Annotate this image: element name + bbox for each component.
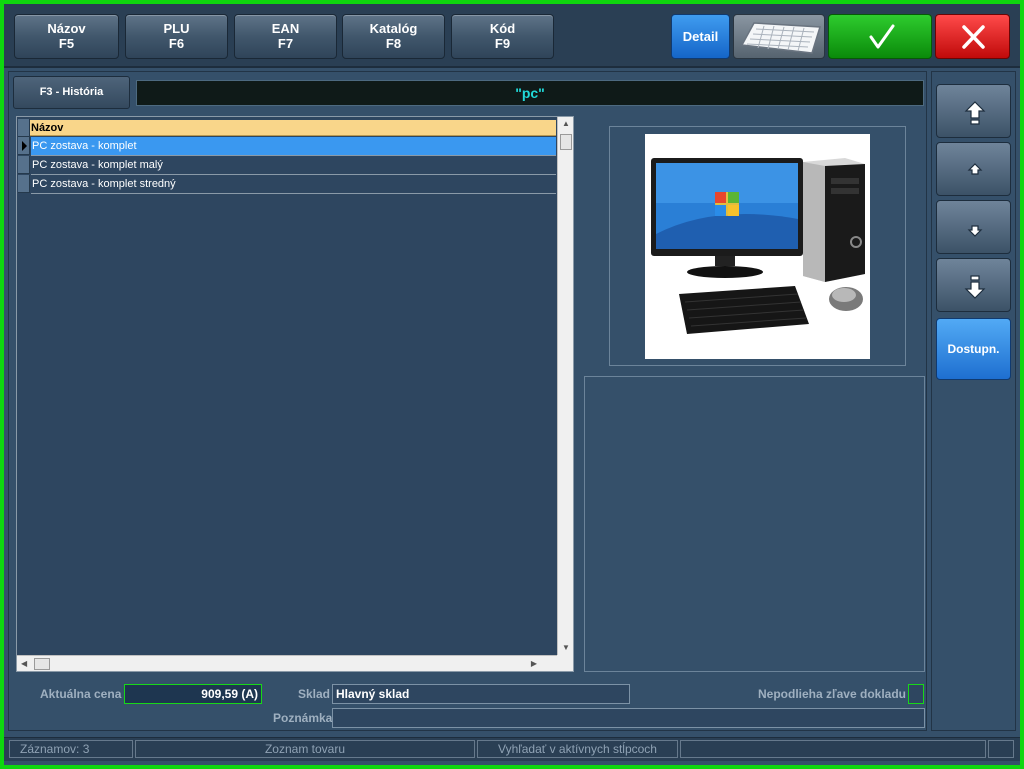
cell-name: PC zostava - komplet stredný <box>31 175 556 194</box>
search-by-name-button[interactable]: Názov F5 <box>14 14 119 59</box>
status-empty-cell <box>680 740 986 758</box>
status-small-cell <box>988 740 1014 758</box>
detail-button[interactable]: Detail <box>671 14 730 59</box>
note-label: Poznámka <box>273 711 333 725</box>
button-label: Kód <box>489 21 516 36</box>
button-label: Názov <box>47 21 86 36</box>
product-image-panel <box>609 126 906 366</box>
button-label: EAN <box>271 21 300 36</box>
toolbar: Názov F5 PLU F6 EAN F7 Katalóg F8 Kód F9… <box>4 4 1020 68</box>
button-key: F5 <box>58 36 75 51</box>
previous-record-button[interactable] <box>936 142 1011 196</box>
scroll-down-icon[interactable]: ▼ <box>562 644 570 652</box>
last-record-button[interactable] <box>936 258 1011 312</box>
warehouse-field[interactable]: Hlavný sklad <box>332 684 630 704</box>
button-key: F8 <box>385 36 402 51</box>
scroll-left-icon[interactable]: ◀ <box>21 660 27 668</box>
status-bar: Záznamov: 3 Zoznam tovaru Vyhľadať v akt… <box>4 737 1020 761</box>
row-indicator <box>18 137 30 155</box>
availability-button[interactable]: Dostupn. <box>936 318 1011 380</box>
product-grid: Názov PC zostava - komplet PC zostava - … <box>16 116 574 672</box>
button-key: F9 <box>494 36 511 51</box>
record-count: Záznamov: 3 <box>9 740 133 758</box>
column-header-name[interactable]: Názov <box>31 120 63 136</box>
search-mode: Vyhľadať v aktívnych stĺpcoch <box>477 740 678 758</box>
search-by-catalog-button[interactable]: Katalóg F8 <box>342 14 445 59</box>
confirm-button[interactable] <box>828 14 932 59</box>
history-tab[interactable]: F3 - História <box>13 76 130 109</box>
close-icon <box>962 25 985 49</box>
price-value: 909,59 (A) <box>124 684 262 704</box>
product-description-panel <box>584 376 925 672</box>
discount-exempt-label: Nepodlieha zľave dokladu <box>758 687 906 701</box>
cell-name: PC zostava - komplet malý <box>31 156 556 175</box>
button-label: PLU <box>163 21 190 36</box>
next-record-button[interactable] <box>936 200 1011 254</box>
search-by-plu-button[interactable]: PLU F6 <box>125 14 228 59</box>
cancel-button[interactable] <box>935 14 1010 59</box>
search-display: "pc" <box>136 80 924 106</box>
arrow-down-to-bottom-icon <box>964 275 986 299</box>
warehouse-label: Sklad <box>298 687 331 701</box>
arrow-up-icon <box>967 163 983 175</box>
scroll-up-icon[interactable]: ▲ <box>562 120 570 128</box>
arrow-down-icon <box>967 225 983 237</box>
search-by-ean-button[interactable]: EAN F7 <box>234 14 337 59</box>
table-row[interactable]: PC zostava - komplet stredný <box>18 175 556 194</box>
checkmark-icon <box>869 24 895 49</box>
button-label: Katalóg <box>369 21 418 36</box>
vertical-scrollbar[interactable]: ▲ ▼ <box>557 117 573 655</box>
row-indicator <box>18 175 30 193</box>
horizontal-scrollbar[interactable]: ◀ ▶ <box>17 655 557 671</box>
price-label: Aktuálna cena <box>40 687 122 701</box>
header-indicator <box>18 119 30 137</box>
table-row[interactable]: PC zostava - komplet malý <box>18 156 556 175</box>
row-indicator <box>18 156 30 174</box>
content-panel: F3 - História "pc" Názov PC zostava - ko… <box>8 71 927 731</box>
keyboard-icon <box>740 22 821 54</box>
discount-exempt-checkbox[interactable] <box>908 684 924 704</box>
button-key: F7 <box>277 36 294 51</box>
main-window: Názov F5 PLU F6 EAN F7 Katalóg F8 Kód F9… <box>4 4 1020 765</box>
search-by-code-button[interactable]: Kód F9 <box>451 14 554 59</box>
button-key: F6 <box>168 36 185 51</box>
vertical-scroll-thumb[interactable] <box>560 134 572 150</box>
list-name: Zoznam tovaru <box>135 740 475 758</box>
arrow-up-to-top-icon <box>964 101 986 125</box>
table-row[interactable]: PC zostava - komplet <box>18 137 556 156</box>
scroll-corner <box>557 655 573 671</box>
keyboard-button[interactable] <box>733 14 825 59</box>
scroll-right-icon[interactable]: ▶ <box>531 660 537 668</box>
note-field[interactable] <box>332 708 925 728</box>
navigation-sidebar: Dostupn. <box>931 71 1016 731</box>
pc-set-illustration <box>651 158 865 334</box>
current-row-arrow-icon <box>22 141 27 151</box>
horizontal-scroll-thumb[interactable] <box>34 658 50 670</box>
cell-name: PC zostava - komplet <box>31 137 556 156</box>
first-record-button[interactable] <box>936 84 1011 138</box>
product-image <box>645 134 870 359</box>
grid-header: Názov <box>18 119 556 137</box>
